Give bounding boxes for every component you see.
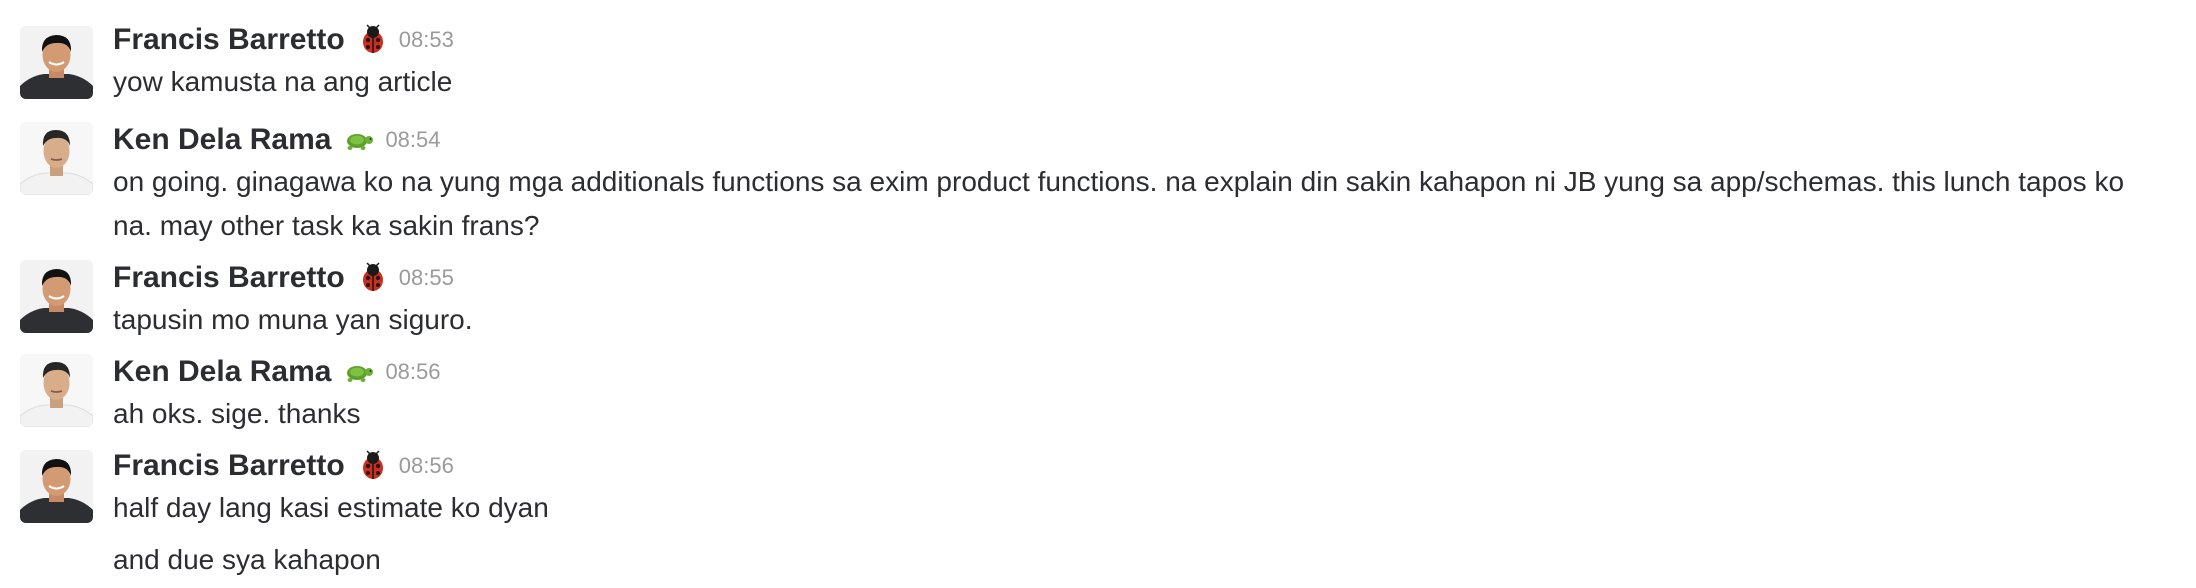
author-name[interactable]: Ken Dela Rama [113, 352, 331, 392]
ken-avatar-image [20, 354, 93, 427]
author-name[interactable]: Francis Barretto [113, 446, 345, 486]
turtle-icon[interactable] [343, 124, 375, 156]
francis-avatar-image [20, 26, 93, 99]
message-list: Francis Barretto 08:53 yow kamusta na an… [0, 0, 2196, 588]
ken-avatar-image [20, 122, 93, 195]
message-header: Francis Barretto 08:55 [113, 258, 2156, 298]
message-text: half day lang kasi estimate ko dyan [113, 492, 549, 523]
message-timestamp[interactable]: 08:56 [399, 446, 454, 486]
message-timestamp[interactable]: 08:54 [385, 120, 440, 160]
author-name[interactable]: Francis Barretto [113, 20, 345, 60]
author-name[interactable]: Ken Dela Rama [113, 120, 331, 160]
ladybug-icon[interactable] [357, 450, 389, 482]
message-header: Ken Dela Rama 08:54 [113, 120, 2156, 160]
francis-avatar-image [20, 260, 93, 333]
message-text: on going. ginagawa ko na yung mga additi… [113, 166, 2125, 241]
ladybug-icon[interactable] [357, 24, 389, 56]
message-header: Francis Barretto 08:53 [113, 20, 2156, 60]
message-text: tapusin mo muna yan siguro. [113, 304, 473, 335]
ladybug-icon[interactable] [357, 262, 389, 294]
message-timestamp[interactable]: 08:56 [385, 352, 440, 392]
avatar[interactable] [20, 26, 93, 99]
message-header: Ken Dela Rama 08:56 [113, 352, 2156, 392]
author-name[interactable]: Francis Barretto [113, 258, 345, 298]
message-header: Francis Barretto 08:56 [113, 446, 2156, 486]
francis-avatar-image [20, 450, 93, 523]
message-timestamp[interactable]: 08:55 [399, 258, 454, 298]
message-text: and due sya kahapon [113, 544, 381, 575]
message-timestamp[interactable]: 08:53 [399, 20, 454, 60]
turtle-icon[interactable] [343, 356, 375, 388]
avatar[interactable] [20, 260, 93, 333]
avatar[interactable] [20, 450, 93, 523]
message-text: yow kamusta na ang article [113, 66, 453, 97]
avatar[interactable] [20, 354, 93, 427]
avatar[interactable] [20, 122, 93, 195]
message-text: ah oks. sige. thanks [113, 398, 361, 429]
